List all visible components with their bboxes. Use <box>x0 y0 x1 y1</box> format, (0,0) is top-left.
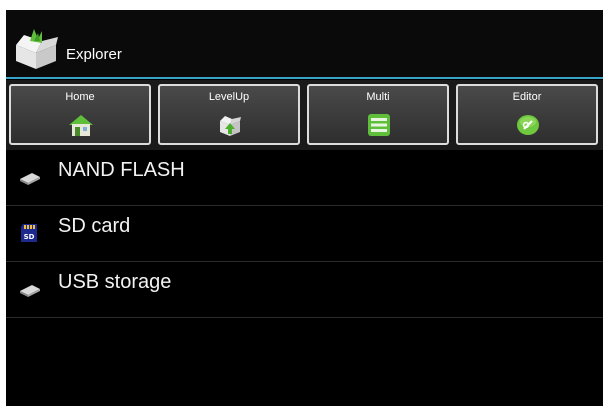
explorer-screen: Explorer Home LevelUp Multi Editor NAND … <box>6 10 603 406</box>
title-bar: Explorer <box>6 10 603 79</box>
storage-item-sd-card[interactable]: SD SD card <box>6 206 603 262</box>
storage-item-label: SD card <box>58 215 131 237</box>
multi-button-label: Multi <box>366 91 390 103</box>
sd-card-icon: SD <box>21 224 37 242</box>
editor-icon <box>517 115 539 135</box>
level-up-icon <box>220 116 241 136</box>
storage-list: NAND FLASH SD SD card USB storage <box>6 150 603 318</box>
levelup-button[interactable]: LevelUp <box>158 84 300 145</box>
multi-button[interactable]: Multi <box>307 84 449 145</box>
storage-item-nand-flash[interactable]: NAND FLASH <box>6 150 603 206</box>
storage-item-usb-storage[interactable]: USB storage <box>6 262 603 318</box>
levelup-button-label: LevelUp <box>208 91 250 103</box>
editor-button[interactable]: Editor <box>456 84 598 145</box>
explorer-box-icon <box>16 29 58 69</box>
storage-item-label: NAND FLASH <box>58 159 185 181</box>
app-title: Explorer <box>66 46 122 63</box>
home-button-label: Home <box>65 91 95 103</box>
drive-icon <box>20 173 40 185</box>
toolbar: Home LevelUp Multi Editor <box>6 80 603 150</box>
home-icon <box>69 115 93 136</box>
sd-card-icon-text: SD <box>24 233 35 241</box>
multi-select-icon <box>368 114 390 136</box>
home-button[interactable]: Home <box>9 84 151 145</box>
storage-item-label: USB storage <box>58 271 172 293</box>
drive-icon <box>20 285 40 297</box>
editor-button-label: Editor <box>512 91 542 103</box>
